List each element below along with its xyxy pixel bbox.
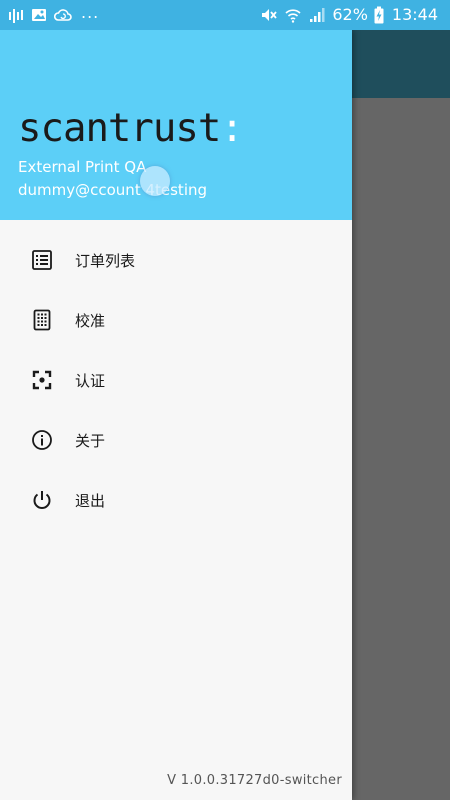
image-icon <box>31 7 47 23</box>
brand-name: scantrust <box>18 106 221 151</box>
signal-icon <box>308 6 326 24</box>
info-icon <box>30 428 54 452</box>
menu-label-logout: 退出 <box>75 491 106 510</box>
status-left-icons: ... <box>8 3 100 24</box>
battery-charging-icon <box>374 6 384 24</box>
profile-email: dummy@ccount 4testing <box>18 181 208 199</box>
scan-verify-icon <box>30 368 54 392</box>
menu-label-verify: 认证 <box>75 371 106 390</box>
wifi-icon <box>284 6 302 24</box>
cloud-sync-icon <box>54 7 72 23</box>
status-overflow: ... <box>81 3 100 22</box>
mute-icon <box>260 6 278 24</box>
order-list-icon <box>30 248 54 272</box>
brand-mark: : <box>220 106 244 151</box>
drawer-scrim[interactable] <box>352 98 450 800</box>
battery-percentage: 62% <box>332 5 368 24</box>
power-icon <box>30 488 54 512</box>
brand-logo: scantrust: <box>18 106 244 151</box>
drawer-menu: 订单列表 校准 认证 关于 退出 <box>0 230 352 530</box>
menu-item-verify[interactable]: 认证 <box>0 350 352 410</box>
drawer-header: scantrust: External Print QA dummy@ccoun… <box>0 30 352 220</box>
menu-label-about: 关于 <box>75 431 106 450</box>
status-bar: ... 62% 13:44 <box>0 0 450 30</box>
profile-name: External Print QA <box>18 158 147 176</box>
navigation-drawer: scantrust: External Print QA dummy@ccoun… <box>0 30 352 800</box>
screen: ... 62% 13:44 scantrust: External Print … <box>0 0 450 800</box>
touch-indicator <box>140 166 170 196</box>
app-version: V 1.0.0.31727d0-switcher <box>167 773 342 788</box>
menu-item-calibrate[interactable]: 校准 <box>0 290 352 350</box>
calibrate-icon <box>30 308 54 332</box>
menu-item-order-list[interactable]: 订单列表 <box>0 230 352 290</box>
menu-item-about[interactable]: 关于 <box>0 410 352 470</box>
background-app-toolbar <box>345 30 450 98</box>
menu-label-calibrate: 校准 <box>75 311 106 330</box>
menu-label-order-list: 订单列表 <box>75 251 136 270</box>
status-right-icons: 62% 13:44 <box>260 5 438 25</box>
activity-icon <box>8 7 24 23</box>
menu-item-logout[interactable]: 退出 <box>0 470 352 530</box>
clock: 13:44 <box>391 5 438 24</box>
